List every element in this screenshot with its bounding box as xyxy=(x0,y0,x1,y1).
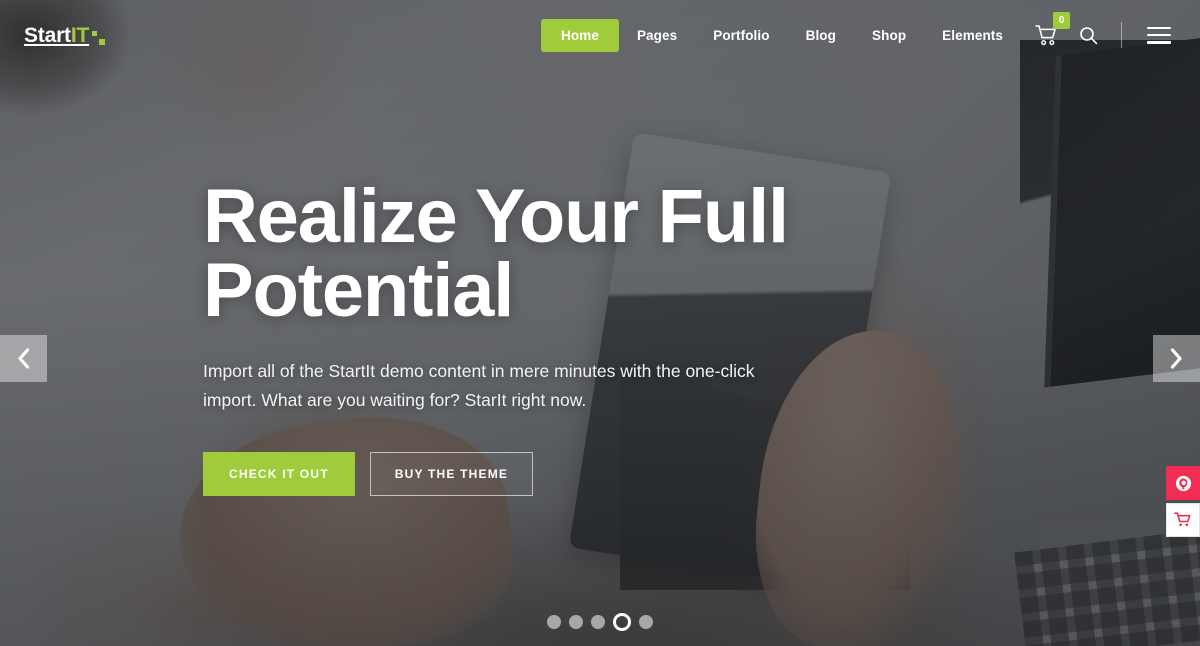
slider-dot-3[interactable] xyxy=(591,615,605,629)
cart-count-badge: 0 xyxy=(1053,12,1070,29)
hamburger-menu-button[interactable] xyxy=(1144,18,1178,52)
chevron-right-icon xyxy=(1170,348,1182,369)
hero-slider: Start IT Home Pages Portfolio Blog Shop E… xyxy=(0,0,1200,646)
site-header: Start IT Home Pages Portfolio Blog Shop E… xyxy=(0,0,1200,70)
slider-dot-4[interactable] xyxy=(613,613,631,631)
hamburger-menu-icon xyxy=(1147,26,1171,44)
hero-subtitle: Import all of the StartIt demo content i… xyxy=(203,361,755,410)
slider-dot-5[interactable] xyxy=(639,615,653,629)
check-it-out-button[interactable]: CHECK IT OUT xyxy=(203,452,355,497)
header-divider xyxy=(1121,22,1122,48)
cart-icon xyxy=(1174,512,1191,527)
main-navigation: Home Pages Portfolio Blog Shop Elements … xyxy=(541,12,1178,52)
slider-dot-2[interactable] xyxy=(569,615,583,629)
purchase-widget-button[interactable] xyxy=(1166,503,1200,537)
nav-item-blog[interactable]: Blog xyxy=(788,20,854,51)
nav-item-pages[interactable]: Pages xyxy=(619,20,695,51)
logo-squares-icon xyxy=(92,30,106,46)
chevron-left-icon xyxy=(18,348,30,369)
nav-item-elements[interactable]: Elements xyxy=(924,20,1021,51)
nav-item-shop[interactable]: Shop xyxy=(854,20,924,51)
slider-next-button[interactable] xyxy=(1153,335,1200,382)
search-button[interactable] xyxy=(1071,18,1105,52)
floating-side-widgets xyxy=(1166,466,1200,537)
logo-text-accent: IT xyxy=(70,23,90,47)
hero-headline-line2: Potential xyxy=(203,247,514,333)
hero-button-row: CHECK IT OUT BUY THE THEME xyxy=(203,452,843,497)
envato-icon xyxy=(1175,475,1191,491)
site-logo[interactable]: Start IT xyxy=(24,25,106,46)
buy-the-theme-button[interactable]: BUY THE THEME xyxy=(369,452,534,497)
hero-headline-line1: Realize Your Full xyxy=(203,174,789,259)
cart-button[interactable]: 0 xyxy=(1029,12,1070,52)
slider-pagination xyxy=(0,613,1200,631)
slide-content: Realize Your Full Potential Import all o… xyxy=(203,179,843,497)
search-icon xyxy=(1079,26,1097,44)
envato-widget-button[interactable] xyxy=(1166,466,1200,500)
slider-dot-1[interactable] xyxy=(547,615,561,629)
hero-headline: Realize Your Full Potential xyxy=(203,179,843,329)
nav-item-portfolio[interactable]: Portfolio xyxy=(695,20,787,51)
logo-text-main: Start xyxy=(24,23,71,47)
nav-item-home[interactable]: Home xyxy=(541,18,619,52)
slider-prev-button[interactable] xyxy=(0,335,47,382)
